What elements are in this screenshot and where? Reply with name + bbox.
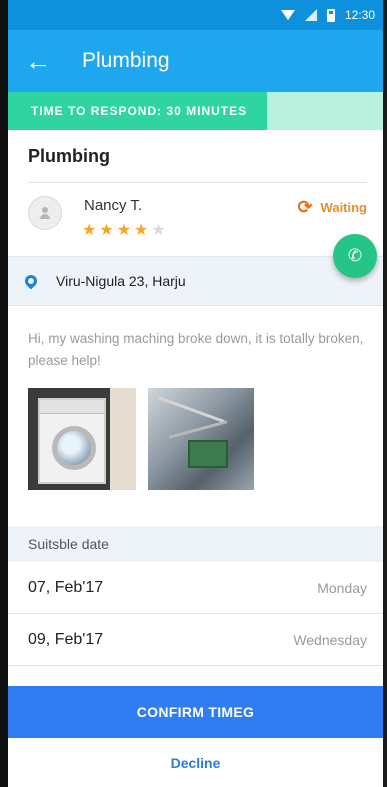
date-header-label: Suitsble date [28, 536, 109, 552]
date-value: 09, Feb'17 [28, 631, 104, 648]
respond-timer-label: TIME TO RESPOND: 30 MINUTES [31, 104, 248, 118]
photo-washing-machine[interactable] [28, 388, 136, 490]
date-day: Monday [317, 580, 367, 596]
rating-stars: ★★★★★ [82, 220, 169, 240]
app-bar: ← Plumbing [8, 30, 383, 92]
phone-screen: 12:30 ← Plumbing TIME TO RESPOND: 30 MIN… [0, 0, 387, 787]
battery-icon [326, 8, 335, 22]
address-row[interactable]: Viru-Nigula 23, Harju [8, 256, 383, 306]
star-filled-icon: ★ [82, 222, 100, 239]
status-bar: 12:30 [8, 0, 383, 30]
star-empty-icon: ★ [151, 222, 169, 239]
washing-machine-image [38, 398, 106, 484]
status-label: Waiting [320, 200, 367, 215]
date-value: 07, Feb'17 [28, 579, 104, 596]
wifi-icon [280, 10, 295, 20]
person-icon [39, 207, 51, 219]
decline-button[interactable]: Decline [8, 738, 383, 787]
call-button[interactable]: ✆ [333, 234, 377, 278]
star-filled-icon: ★ [99, 222, 117, 239]
page-title: Plumbing [82, 49, 170, 72]
arrow-left-icon[interactable]: ← [8, 30, 68, 92]
location-pin-icon [22, 272, 40, 290]
date-option[interactable]: 09, Feb'17 Wednesday [8, 614, 383, 666]
date-section-header: Suitsble date [8, 526, 383, 562]
circuit-board-image [188, 440, 228, 468]
address-text: Viru-Nigula 23, Harju [56, 273, 186, 289]
status-badge: ⟳ Waiting [297, 197, 367, 218]
date-option[interactable]: 07, Feb'17 Monday [8, 562, 383, 614]
date-day: Wednesday [293, 632, 367, 648]
confirm-time-button[interactable]: CONFIRM TIMEG [8, 686, 383, 738]
job-message: Hi, my washing maching broke down, it is… [28, 331, 364, 368]
signal-icon [304, 9, 317, 21]
star-filled-icon: ★ [116, 222, 135, 239]
job-title: Plumbing [28, 146, 110, 166]
refresh-icon: ⟳ [297, 197, 313, 217]
respond-timer-bar: TIME TO RESPOND: 30 MINUTES [8, 92, 383, 130]
photo-circuit-board[interactable] [148, 388, 254, 490]
divider [28, 182, 367, 183]
phone-icon: ✆ [347, 246, 363, 265]
star-filled-icon: ★ [134, 222, 152, 239]
status-time: 12:30 [344, 8, 375, 22]
customer-name: Nancy T. [84, 197, 143, 214]
avatar[interactable] [28, 196, 62, 230]
